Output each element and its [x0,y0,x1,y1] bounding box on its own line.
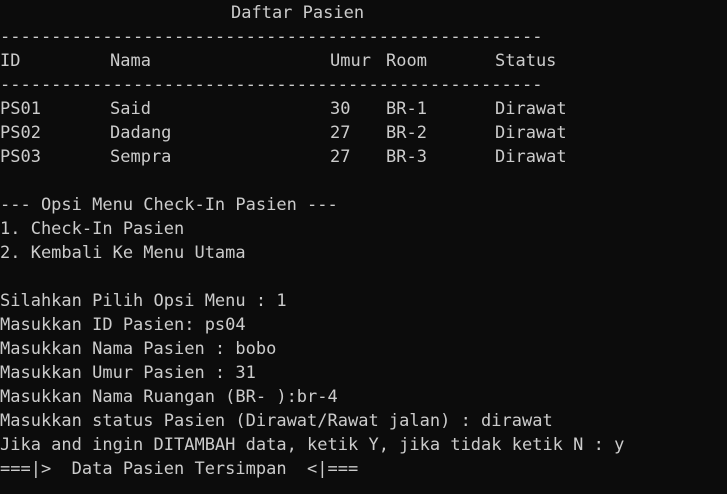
separator-dashes: ----------------------------------------… [0,27,543,47]
cell-nama: Said [110,99,151,119]
cell-room: BR-3 [386,147,427,167]
menu-option-back: 2. Kembali Ke Menu Utama [0,243,246,263]
table-separator-top: ----------------------------------------… [0,25,727,49]
table-title: Daftar Pasien [231,3,365,23]
prompt-nama-pasien: Masukkan Nama Pasien : bobo [0,339,277,359]
header-nama: Nama [110,51,151,71]
cell-nama: Dadang [110,123,172,143]
table-row: PS03 Sempra 27 BR-3 Dirawat [0,145,727,169]
prompt-umur-pasien: Masukkan Umur Pasien : 31 [0,363,256,383]
cell-umur: 27 [330,123,351,143]
cell-nama: Sempra [110,147,172,167]
cell-status: Dirawat [495,123,567,143]
header-id: ID [0,51,21,71]
cell-umur: 27 [330,147,351,167]
table-row: PS02 Dadang 27 BR-2 Dirawat [0,121,727,145]
cell-room: BR-1 [386,99,427,119]
prompt-id-pasien: Masukkan ID Pasien: ps04 [0,315,246,335]
header-room: Room [386,51,427,71]
cell-id: PS03 [0,147,41,167]
cell-umur: 30 [330,99,351,119]
prompt-status-pasien: Masukkan status Pasien (Dirawat/Rawat ja… [0,411,553,431]
table-header-row: ID Nama Umur Room Status [0,49,727,73]
menu-option-checkin: 1. Check-In Pasien [0,219,185,239]
table-title-line: Daftar Pasien [0,1,727,25]
prompt-nama-ruangan: Masukkan Nama Ruangan (BR- ):br-4 [0,387,338,407]
prompt-tambah-data: Jika and ingin DITAMBAH data, ketik Y, j… [0,435,625,455]
cell-room: BR-2 [386,123,427,143]
table-row: PS01 Said 30 BR-1 Dirawat [0,97,727,121]
saved-message: ===|> Data Pasien Tersimpan <|=== [0,459,359,479]
separator-dashes: ----------------------------------------… [0,75,543,95]
menu-heading: --- Opsi Menu Check-In Pasien --- [0,195,338,215]
header-status: Status [495,51,557,71]
cell-status: Dirawat [495,147,567,167]
header-umur: Umur [330,51,371,71]
console-window[interactable]: Daftar Pasien --------------------------… [0,0,727,494]
cell-id: PS02 [0,123,41,143]
table-separator-bottom: ----------------------------------------… [0,73,727,97]
cell-id: PS01 [0,99,41,119]
cell-status: Dirawat [495,99,567,119]
prompt-pilih-opsi: Silahkan Pilih Opsi Menu : 1 [0,291,287,311]
